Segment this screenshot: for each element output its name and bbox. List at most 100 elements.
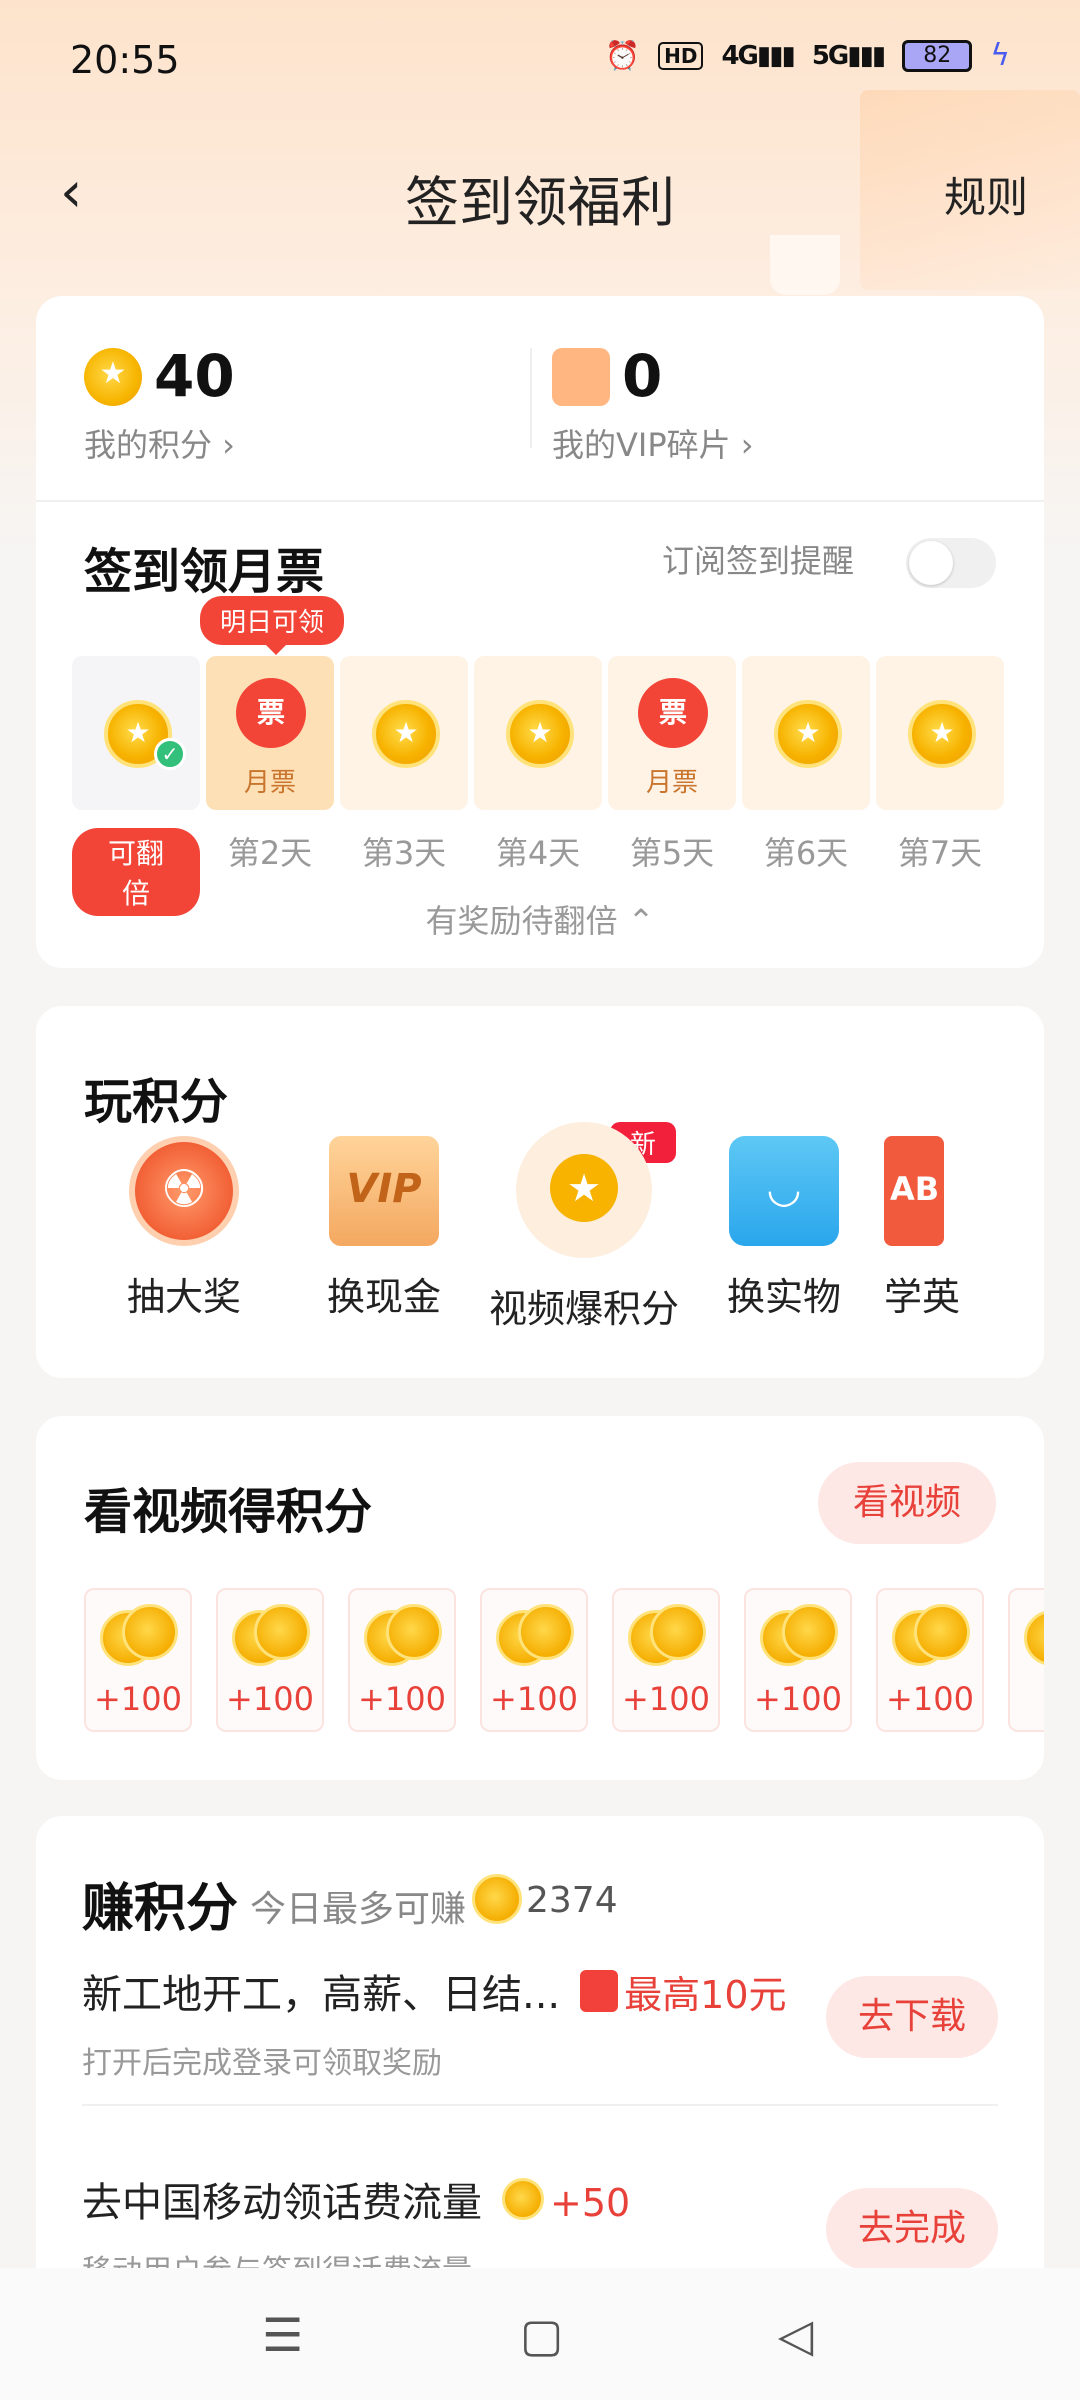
task-download-button[interactable]: 去下载 (826, 1976, 998, 2058)
status-time: 20:55 (70, 38, 180, 82)
day-label: 第6天 (763, 834, 849, 872)
puzzle-piece-icon (552, 348, 610, 406)
checkin-day-6[interactable]: 第6天 (742, 656, 870, 874)
day-label: 第5天 (629, 834, 715, 872)
video-reward-cell[interactable]: +100 (612, 1588, 720, 1732)
play-points-card: 玩积分 新 抽大奖 换现金 视频爆积分 换实物 学英 (36, 1006, 1044, 1378)
checkin-day-2[interactable]: 票 月票 第2天 (206, 656, 334, 874)
video-reward-cell[interactable]: +100 (480, 1588, 588, 1732)
coin-stack-icon (364, 1604, 444, 1666)
play-item-label: 视频爆积分 (488, 1287, 679, 1331)
video-reward-cell[interactable]: +100 (84, 1588, 192, 1732)
video-reward-cell[interactable]: + (1008, 1588, 1044, 1732)
coin-stack-icon (628, 1604, 708, 1666)
checkin-card: 40 我的积分 › 0 我的VIP碎片 › 签到领月票 订阅签到提醒 明日可领 … (36, 296, 1044, 968)
system-navigation-bar: ☰ ▢ ◁ (0, 2268, 1080, 2400)
earn-points-subtitle: 今日最多可赚 (250, 1889, 467, 1930)
play-item-lucky-draw[interactable]: 抽大奖 (84, 1136, 284, 1321)
page-title: 签到领福利 (405, 171, 675, 234)
day-label: 第2天 (227, 834, 313, 872)
task-reward: 最高10元 (624, 1973, 787, 2017)
coin-stack-icon (232, 1604, 312, 1666)
task-title: 新工地开工，高薪、日结... (82, 1972, 561, 2018)
points-summary[interactable]: 40 我的积分 › (84, 344, 235, 466)
red-envelope-icon (580, 1970, 619, 2012)
back-icon[interactable]: ◁ (778, 2308, 813, 2362)
day-reward-box: 票 月票 (206, 656, 334, 810)
check-icon: ✓ (154, 738, 186, 770)
play-item-english[interactable]: 学英 (884, 1136, 1004, 1321)
rules-link[interactable]: 规则 (944, 164, 1028, 225)
status-bar: 20:55 ⏰ HD 4G▮▮▮ 5G▮▮▮ 82 ϟ (0, 0, 1080, 120)
coin-icon (774, 700, 842, 768)
english-book-icon (884, 1136, 944, 1246)
checkin-day-5[interactable]: 票 月票 第5天 (608, 656, 736, 874)
coin-stack-icon (892, 1604, 972, 1666)
video-reward-value: +100 (622, 1680, 710, 1718)
task-title: 去中国移动领话费流量 (82, 2180, 482, 2226)
tomorrow-badge: 明日可领 (200, 596, 345, 655)
watch-video-button[interactable]: 看视频 (818, 1462, 996, 1544)
coin-icon (502, 2178, 544, 2220)
hd-icon: HD (658, 41, 704, 70)
day-reward-box: 票 月票 (608, 656, 736, 810)
day-reward-box (474, 656, 602, 810)
video-reward-value: +100 (226, 1680, 314, 1718)
video-points-title: 看视频得积分 (84, 1484, 373, 1540)
status-icons: ⏰ HD 4G▮▮▮ 5G▮▮▮ 82 ϟ (605, 38, 1010, 73)
coin-icon (506, 700, 574, 768)
coin-stack-icon (760, 1604, 840, 1666)
shopping-bag-icon (729, 1136, 839, 1246)
section-divider (36, 500, 1044, 502)
reminder-label: 订阅签到提醒 (661, 542, 854, 580)
monthly-ticket-icon: 票 (236, 678, 306, 748)
video-reward-cell[interactable]: +100 (348, 1588, 456, 1732)
alarm-icon: ⏰ (605, 39, 641, 72)
coin-icon (908, 700, 976, 768)
ticket-label: 月票 (645, 768, 698, 798)
play-item-label: 换实物 (726, 1275, 841, 1319)
task-complete-button[interactable]: 去完成 (826, 2188, 998, 2270)
lucky-draw-icon (129, 1136, 239, 1246)
coin-stack-icon (1024, 1604, 1044, 1666)
coin-icon (84, 348, 142, 406)
video-reward-cell[interactable]: +100 (216, 1588, 324, 1732)
video-reward-value: +100 (358, 1680, 446, 1718)
expand-rewards-toggle[interactable]: 有奖励待翻倍 ⌃ (36, 896, 1044, 942)
earn-points-title: 赚积分 (82, 1879, 239, 1939)
menu-icon[interactable]: ☰ (262, 2308, 303, 2362)
video-reward-cell[interactable]: +100 (744, 1588, 852, 1732)
coin-stack-icon (496, 1604, 576, 1666)
checkin-day-4[interactable]: 第4天 (474, 656, 602, 874)
monthly-ticket-icon: 票 (638, 678, 708, 748)
vip-fragments-summary[interactable]: 0 我的VIP碎片 › (552, 344, 754, 466)
day-label: 第3天 (361, 834, 447, 872)
reminder-toggle[interactable] (906, 538, 996, 588)
play-item-cash[interactable]: 换现金 (284, 1136, 484, 1321)
day-reward-box: ✓ (72, 656, 200, 810)
video-points-card: 看视频得积分 看视频 +100 +100 +100 +100 +100 +100… (36, 1416, 1044, 1780)
video-reward-cell[interactable]: +100 (876, 1588, 984, 1732)
video-reward-value: + (1010, 1680, 1044, 1718)
play-item-label: 换现金 (326, 1275, 441, 1319)
task-divider (82, 2104, 998, 2106)
signal-4g-icon: 4G▮▮▮ (721, 40, 795, 71)
ticket-label: 月票 (243, 768, 296, 798)
vip-card-icon (329, 1136, 439, 1246)
play-item-physical[interactable]: 换实物 (684, 1136, 884, 1321)
checkin-day-1[interactable]: ✓ 可翻倍 (72, 656, 200, 916)
checkin-day-7[interactable]: 第7天 (876, 656, 1004, 874)
video-reward-value: +100 (490, 1680, 578, 1718)
video-coin-icon (516, 1122, 652, 1258)
video-reward-value: +100 (94, 1680, 182, 1718)
checkin-days: ✓ 可翻倍 票 月票 第2天 第3天 第4天 票 月票 第5天 (72, 656, 1022, 916)
points-label: 我的积分 › (84, 426, 235, 464)
play-item-video-points[interactable]: 视频爆积分 (484, 1122, 684, 1333)
earn-max-points: 2374 (526, 1880, 618, 1921)
day-label: 第4天 (495, 834, 581, 872)
play-item-label: 抽大奖 (126, 1275, 241, 1319)
summary-divider (530, 348, 532, 448)
checkin-day-3[interactable]: 第3天 (340, 656, 468, 874)
home-icon[interactable]: ▢ (520, 2308, 563, 2362)
play-item-label: 学英 (884, 1275, 961, 1319)
